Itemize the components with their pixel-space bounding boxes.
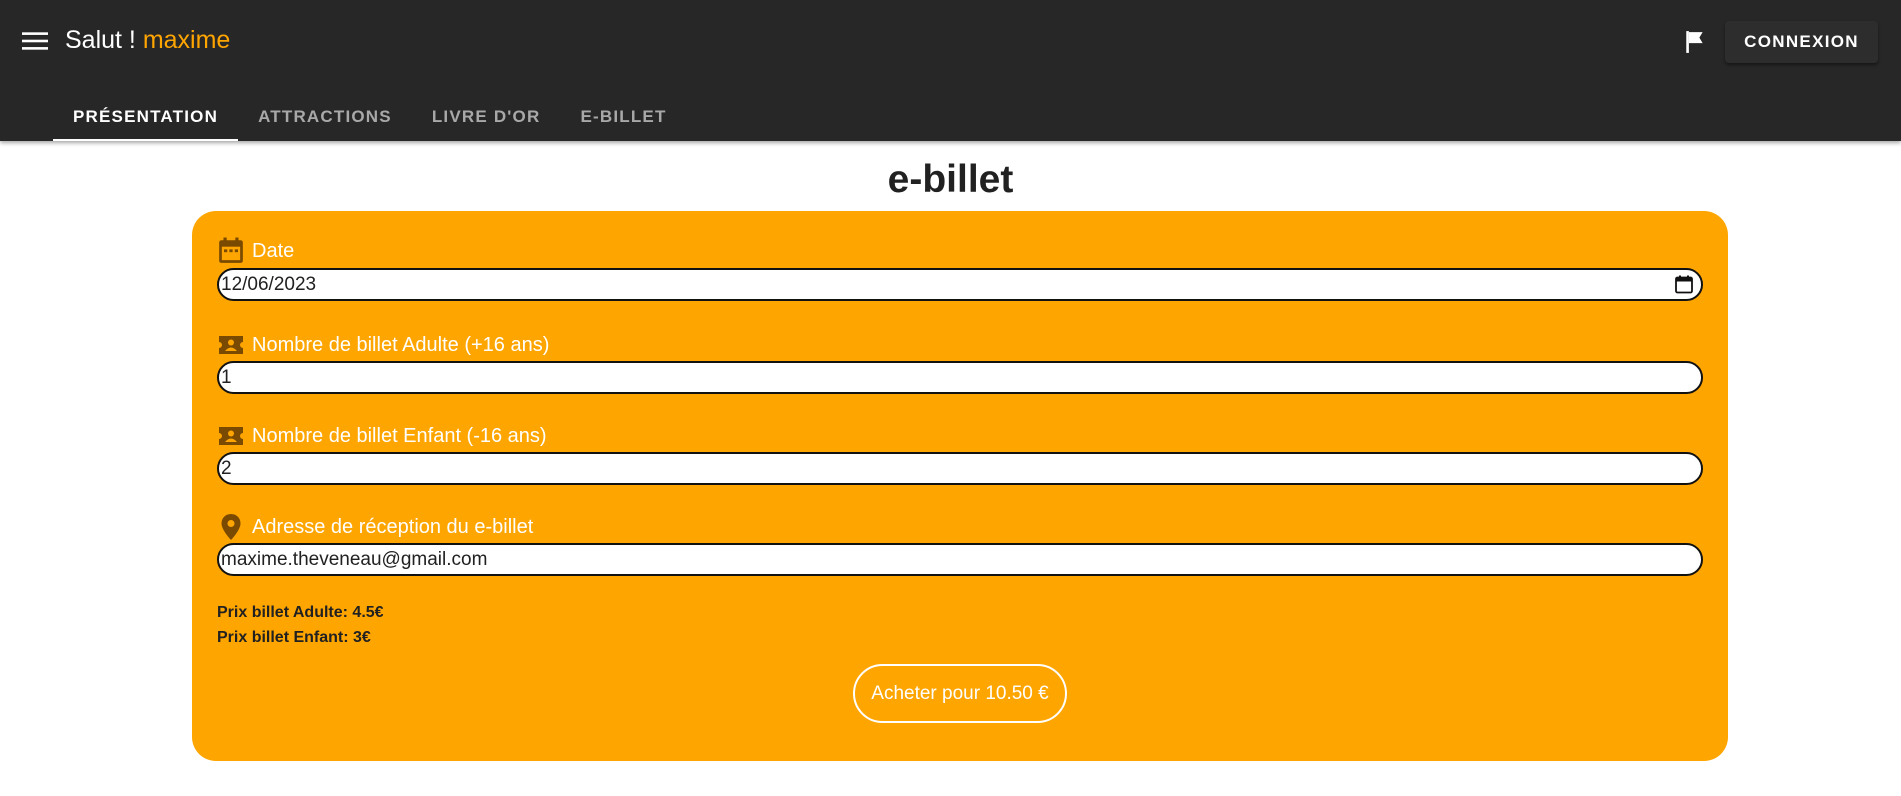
child-tickets-label: Nombre de billet Enfant (-16 ans) [217, 422, 547, 450]
child-tickets-value: 2 [221, 457, 232, 479]
app-bar: Salut ! maxime CONNEXION PRÉSENTATION AT… [0, 0, 1901, 141]
adult-tickets-label: Nombre de billet Adulte (+16 ans) [217, 331, 549, 359]
menu-button[interactable] [18, 26, 52, 56]
adult-tickets-label-text: Nombre de billet Adulte (+16 ans) [252, 333, 550, 356]
tab-e-billet[interactable]: E-BILLET [560, 92, 686, 141]
date-field[interactable]: 12/06/2023 [217, 268, 1703, 301]
menu-icon [22, 32, 48, 50]
app-title: Salut ! maxime [65, 26, 230, 55]
date-picker-icon[interactable] [1675, 275, 1693, 294]
flag-icon [1686, 31, 1703, 53]
email-label: Adresse de réception du e-billet [217, 513, 533, 541]
date-label-text: Date [252, 239, 295, 262]
email-input[interactable]: maxime.theveneau@gmail.com [217, 543, 1703, 576]
location-pin-icon [217, 513, 245, 541]
date-value: 12/06/2023 [221, 273, 317, 295]
nav-tabs: PRÉSENTATION ATTRACTIONS LIVRE D'OR E-BI… [53, 92, 687, 141]
ticket-icon [217, 331, 245, 359]
tab-livre-dor[interactable]: LIVRE D'OR [412, 92, 561, 141]
page-title: e-billet [887, 158, 1014, 201]
adult-tickets-value: 1 [221, 366, 232, 388]
greeting-text: Salut ! [65, 26, 136, 54]
tab-presentation[interactable]: PRÉSENTATION [53, 92, 239, 141]
login-button[interactable]: CONNEXION [1725, 21, 1878, 63]
email-label-text: Adresse de réception du e-billet [252, 515, 534, 538]
username-text: maxime [142, 26, 231, 54]
ticket-form-card: Date 12/06/2023 Nombre de billet Adulte … [192, 211, 1728, 761]
language-flag-button[interactable] [1680, 27, 1710, 57]
tab-attractions[interactable]: ATTRACTIONS [238, 92, 412, 141]
adult-price-text: Prix billet Adulte: 4.5€ [217, 604, 384, 621]
child-tickets-input[interactable]: 2 [217, 452, 1703, 485]
email-value: maxime.theveneau@gmail.com [221, 548, 488, 570]
child-tickets-label-text: Nombre de billet Enfant (-16 ans) [252, 424, 547, 447]
date-label: Date [217, 237, 294, 265]
calendar-icon [217, 237, 245, 265]
adult-tickets-input[interactable]: 1 [217, 361, 1703, 394]
buy-button[interactable]: Acheter pour 10.50 € [853, 664, 1067, 723]
ticket-icon [217, 422, 245, 450]
child-price-text: Prix billet Enfant: 3€ [217, 629, 371, 646]
